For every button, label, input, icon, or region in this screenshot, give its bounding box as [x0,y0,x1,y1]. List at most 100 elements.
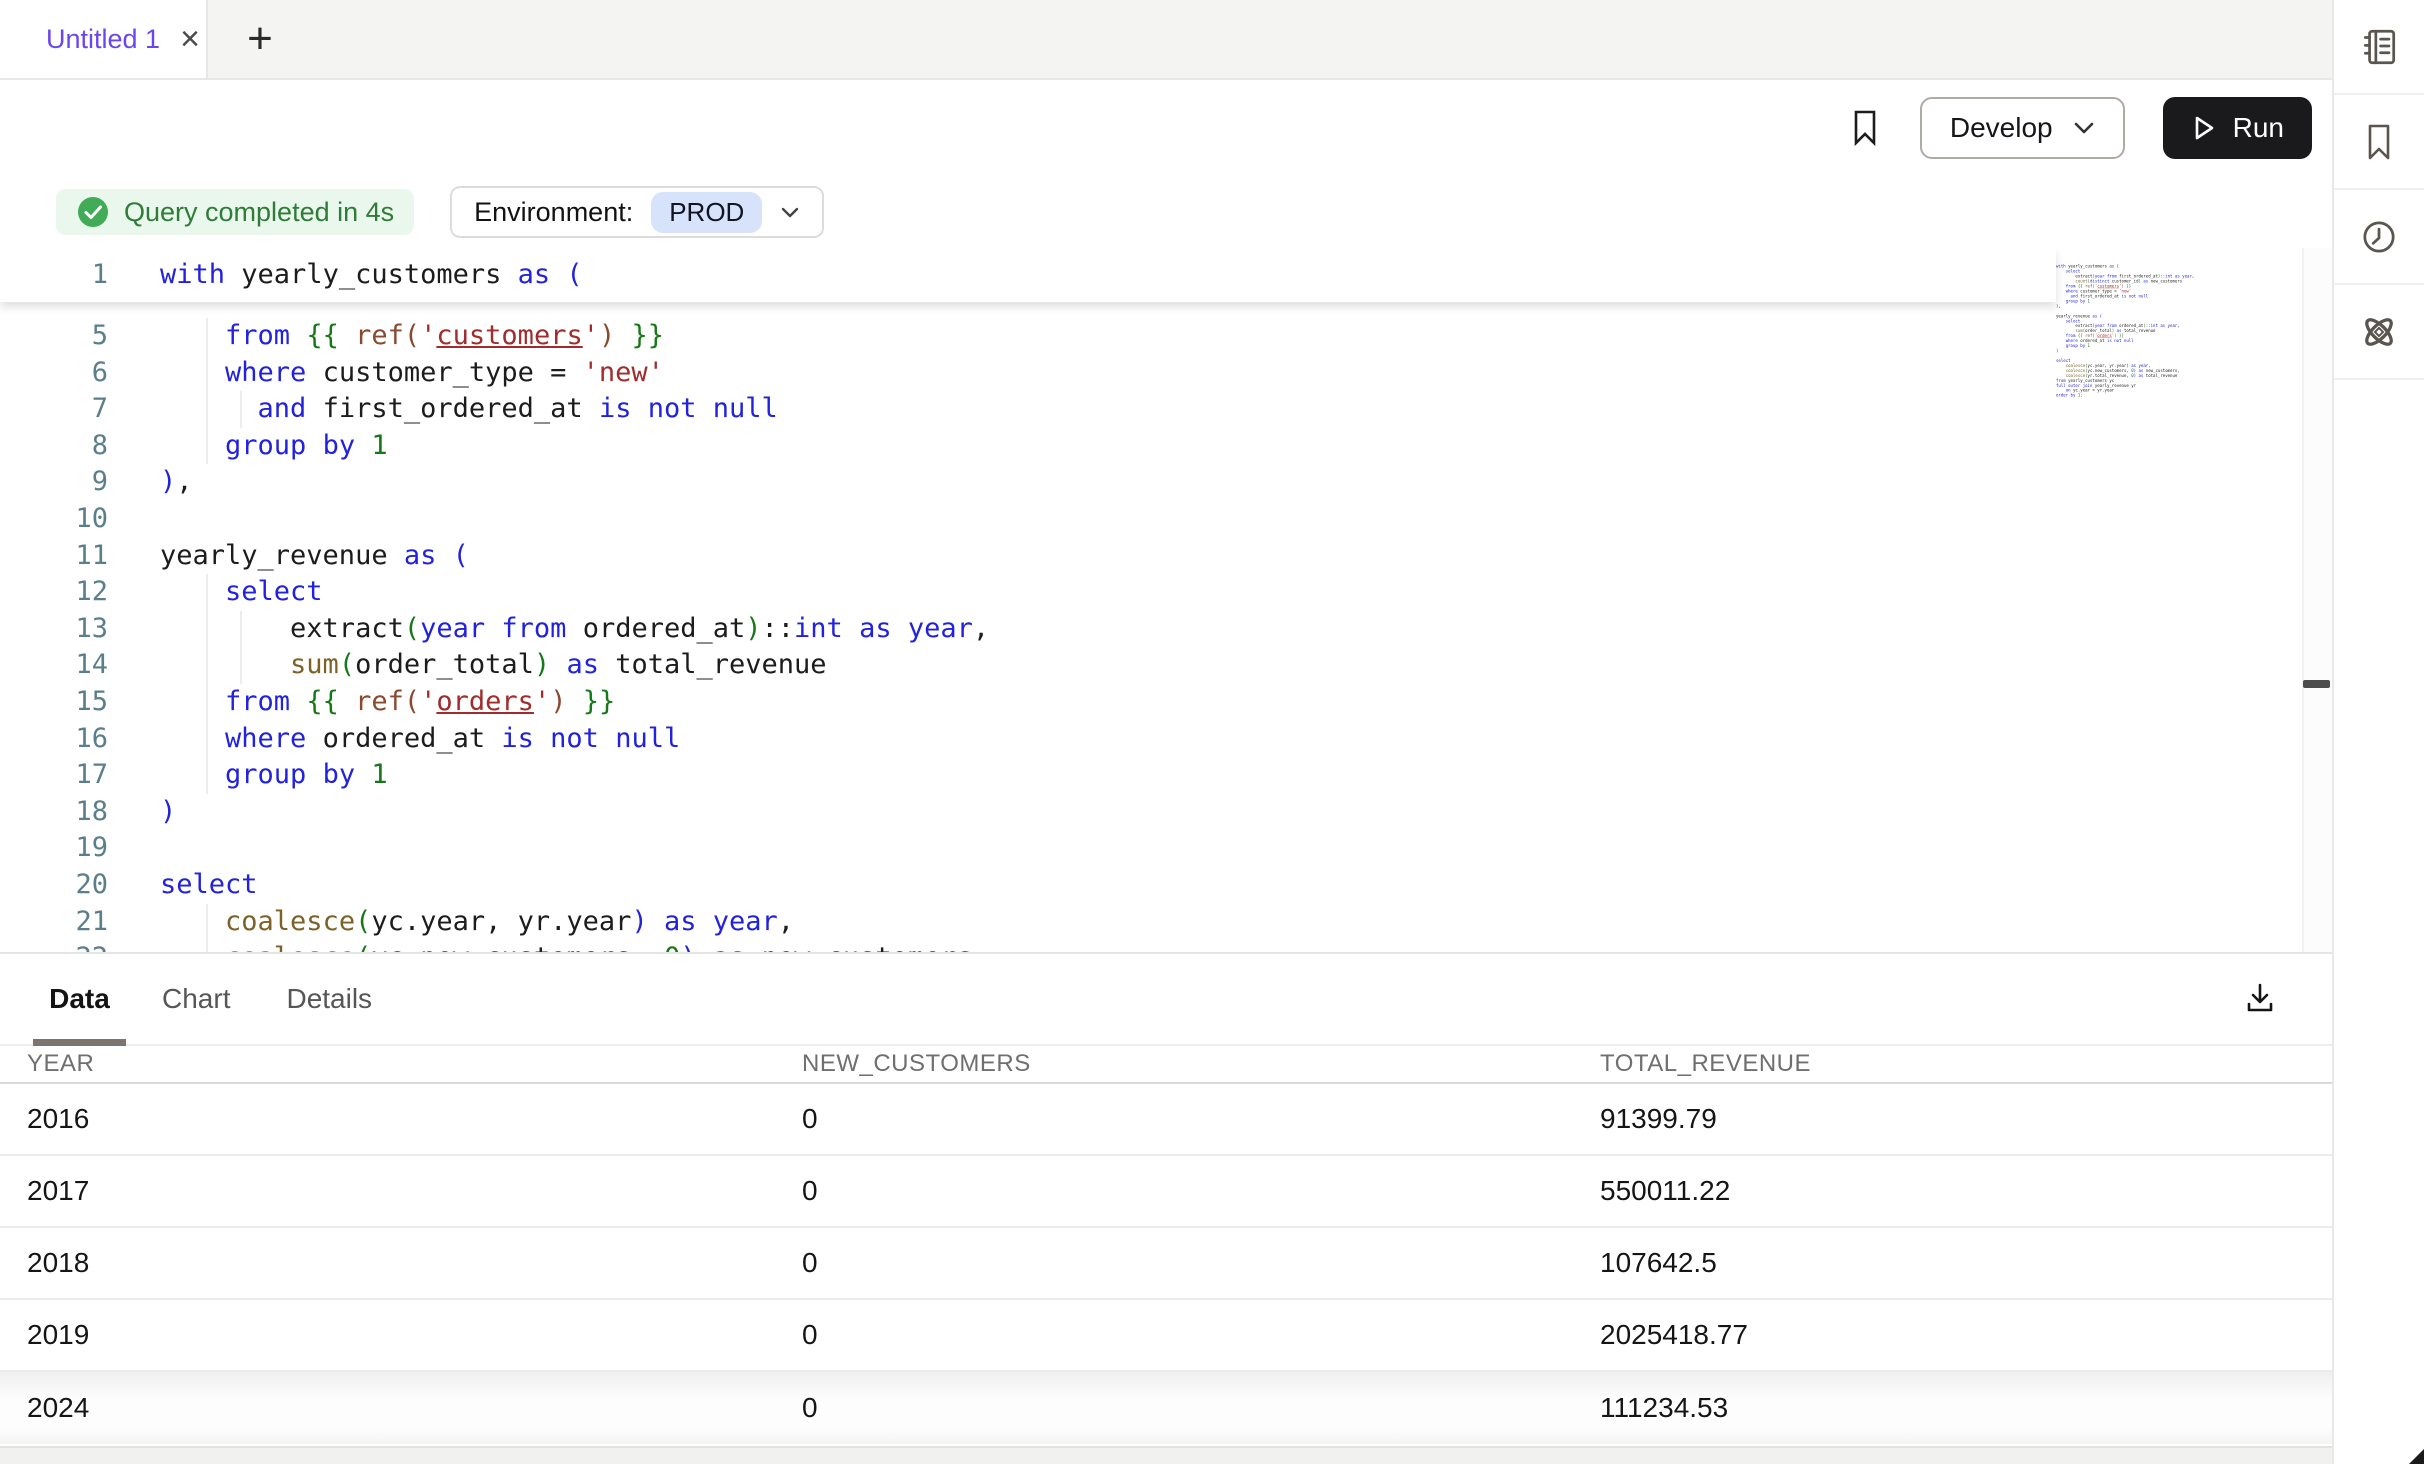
right-sidebar [2332,0,2424,1464]
develop-button[interactable]: Develop [1920,97,2125,159]
environment-selector[interactable]: Environment: PROD [450,186,824,238]
table-cell[interactable]: 2025418.77 [1573,1319,2332,1351]
line-number[interactable]: 8 [0,428,108,465]
column-header-total_revenue: TOTAL_REVENUE [1573,1050,2332,1078]
tab-data[interactable]: Data [33,983,126,1015]
table-row[interactable]: 20170550011.22 [0,1156,2332,1228]
line-number[interactable]: 5 [0,318,108,355]
line-number[interactable]: 14 [0,647,108,684]
develop-button-label: Develop [1950,112,2053,144]
resize-grip[interactable] [2409,1449,2424,1464]
table-row[interactable]: 20180107642.5 [0,1228,2332,1300]
code-line-22[interactable]: 22 coalesce(yc.new_customers, 0) as new_… [0,940,2302,952]
line-number[interactable]: 21 [0,904,108,941]
code-line-15[interactable]: 15 from {{ ref('orders') }} [0,684,2302,721]
line-number[interactable]: 13 [0,611,108,648]
notebook-panel-button[interactable] [2334,0,2424,95]
download-button[interactable] [2240,978,2280,1018]
table-cell[interactable]: 0 [775,1319,1573,1351]
line-number[interactable]: 18 [0,794,108,831]
code-line-13[interactable]: 13 extract(year from ordered_at)::int as… [0,611,2302,648]
run-button[interactable]: Run [2163,97,2312,159]
check-circle-icon [76,195,110,229]
table-cell[interactable]: 107642.5 [1573,1247,2332,1279]
results-scrollbar-track[interactable] [0,1446,2332,1464]
indent-guide [206,684,208,721]
table-row[interactable]: 201902025418.77 [0,1300,2332,1372]
line-number[interactable]: 11 [0,538,108,575]
tab-details[interactable]: Details [286,983,372,1015]
line-number[interactable]: 22 [0,940,108,952]
code-editor[interactable]: 1 with yearly_customers as ( 5 from {{ re… [0,248,2332,952]
code-line-text: sum(order_total) as total_revenue [160,649,827,680]
line-number[interactable]: 6 [0,355,108,392]
code-line-9[interactable]: 9), [0,464,2302,501]
code-line-16[interactable]: 16 where ordered_at is not null [0,721,2302,758]
tab-untitled-1[interactable]: Untitled 1 × [0,0,208,78]
tab-chart[interactable]: Chart [162,983,230,1015]
code-line-10[interactable]: 10 [0,501,2302,538]
code-line-text: extract(year from ordered_at)::int as ye… [160,613,989,644]
code-line-14[interactable]: 14 sum(order_total) as total_revenue [0,647,2302,684]
table-row[interactable]: 2016091399.79 [0,1084,2332,1156]
code-line-6[interactable]: 6 where customer_type = 'new' [0,355,2302,392]
editor-scrollbar-thumb[interactable] [2303,680,2330,688]
code-line-21[interactable]: 21 coalesce(yc.year, yr.year) as year, [0,904,2302,941]
main-area: Untitled 1 × + Develop [0,0,2332,1464]
table-cell[interactable]: 0 [775,1175,1573,1207]
bookmarks-panel-button[interactable] [2334,95,2424,190]
code-line-text: with yearly_customers as ( [160,259,583,290]
chevron-down-icon [2073,121,2095,135]
editor-scrollbar-track[interactable] [2302,248,2332,952]
table-cell[interactable]: 2017 [0,1175,775,1207]
line-number[interactable]: 17 [0,757,108,794]
table-cell[interactable]: 0 [775,1247,1573,1279]
close-icon[interactable]: × [180,22,200,56]
table-cell[interactable]: 550011.22 [1573,1175,2332,1207]
line-number[interactable]: 16 [0,721,108,758]
code-line-11[interactable]: 11yearly_revenue as ( [0,538,2302,575]
bookmark-button[interactable] [1848,107,1882,149]
code-line-18[interactable]: 18) [0,794,2302,831]
query-status-row: Query completed in 4s Environment: PROD [0,176,2332,248]
code-line-20[interactable]: 20select [0,867,2302,904]
table-cell[interactable]: 91399.79 [1573,1103,2332,1135]
table-cell[interactable]: 2018 [0,1247,775,1279]
code-line-1[interactable]: 1 with yearly_customers as ( [0,257,583,294]
clock-icon [2358,216,2400,258]
new-tab-button[interactable]: + [208,0,312,78]
code-line-text: where ordered_at is not null [160,723,680,754]
line-number[interactable]: 12 [0,574,108,611]
code-line-19[interactable]: 19 [0,830,2302,867]
line-number[interactable]: 15 [0,684,108,721]
table-cell[interactable]: 111234.53 [1573,1392,2332,1424]
history-panel-button[interactable] [2334,190,2424,285]
line-number[interactable]: 20 [0,867,108,904]
table-cell[interactable]: 0 [775,1103,1573,1135]
table-cell[interactable]: 2016 [0,1103,775,1135]
code-line-text: ), [160,466,193,497]
notebook-icon [2358,26,2400,68]
line-number[interactable]: 10 [0,501,108,538]
results-tab-bar: Data Chart Details [0,954,2332,1046]
indent-guide [206,647,208,684]
code-line-7[interactable]: 7 and first_ordered_at is not null [0,391,2302,428]
line-number[interactable]: 1 [0,257,108,294]
code-line-17[interactable]: 17 group by 1 [0,757,2302,794]
minimap[interactable]: with yearly_customers as ( select extrac… [2056,264,2198,664]
table-cell[interactable]: 0 [775,1392,1573,1424]
sticky-code-line: 1 with yearly_customers as ( [0,248,2056,302]
code-line-5[interactable]: 5 from {{ ref('customers') }} [0,318,2302,355]
table-row[interactable]: 20240111234.53 [0,1372,2332,1444]
line-number[interactable]: 9 [0,464,108,501]
column-header-year: YEAR [0,1050,775,1078]
lineage-panel-button[interactable] [2334,285,2424,380]
line-number[interactable]: 19 [0,830,108,867]
table-cell[interactable]: 2019 [0,1319,775,1351]
bookmark-icon [2361,121,2397,163]
code-line-12[interactable]: 12 select [0,574,2302,611]
indent-guide [206,355,208,392]
line-number[interactable]: 7 [0,391,108,428]
table-cell[interactable]: 2024 [0,1392,775,1424]
code-line-8[interactable]: 8 group by 1 [0,428,2302,465]
